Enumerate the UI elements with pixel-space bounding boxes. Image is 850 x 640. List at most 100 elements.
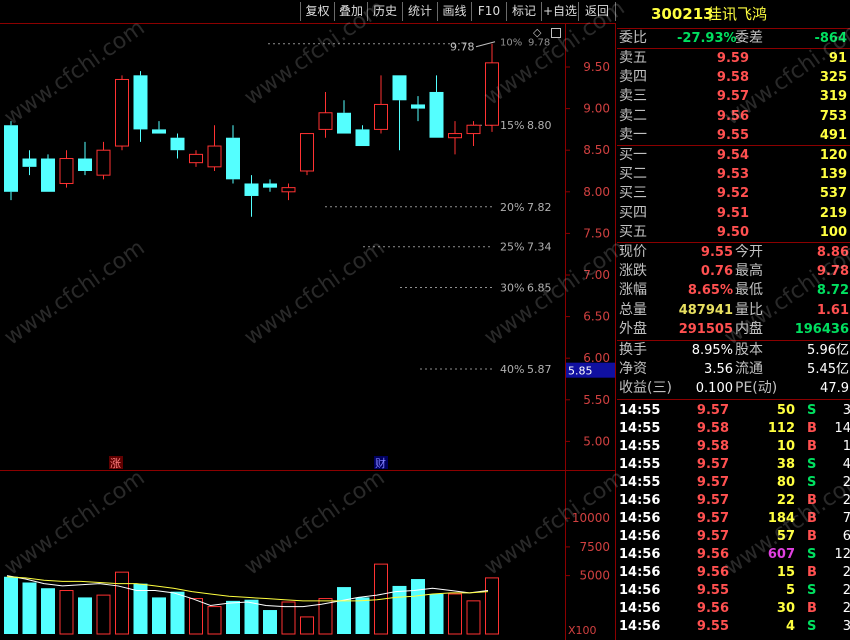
tick-side: B	[807, 421, 817, 436]
candle-body	[485, 62, 499, 126]
restore-window-icon[interactable]	[551, 28, 561, 38]
high-price-label: 9.78	[450, 41, 475, 54]
retracement-value: 7.34	[527, 241, 552, 254]
retracement-pct: 10%	[500, 38, 522, 49]
tick-time: 14:55	[619, 475, 661, 490]
retracement-value: 5.87	[527, 363, 552, 376]
retracement-value: 6.85	[527, 281, 552, 294]
fundamental-label: PE(动)	[735, 380, 778, 397]
fundamental-label: 换手	[619, 342, 647, 358]
price-axis-label: 5.00	[583, 434, 610, 448]
candle-body	[226, 137, 240, 180]
tick-price: 9.57	[696, 457, 729, 472]
price-axis-label: 7.50	[583, 226, 610, 240]
volume-bar	[59, 590, 74, 635]
volume-unit-label: X100	[568, 624, 597, 637]
tick-volume: 57	[776, 529, 795, 544]
diamond-icon[interactable]: ◇	[533, 26, 541, 39]
volume-bar	[226, 600, 240, 634]
quote-label: 涨幅	[619, 282, 647, 299]
candle	[189, 150, 203, 167]
retracement-pct: 40%	[500, 363, 524, 376]
volume-bar	[170, 591, 185, 634]
chart-frame	[0, 0, 616, 640]
candle	[337, 100, 351, 134]
candle	[466, 121, 481, 147]
toolbar-button-back[interactable]: 返回	[578, 2, 616, 21]
toolbar-button-add-watchlist[interactable]: +自选	[541, 2, 578, 21]
quote-label: 现价	[619, 244, 647, 260]
price-axis-label: 9.50	[583, 60, 610, 74]
volume-bar	[133, 583, 148, 634]
volume-bar	[4, 576, 18, 634]
toolbar-button-huaxian[interactable]: 画线	[437, 2, 471, 21]
tick-row: 14:55 9.57 80 S 2	[617, 473, 850, 492]
candle-body	[78, 158, 92, 171]
volume-bar	[152, 597, 166, 634]
buy-row: 买二 9.53 139	[617, 165, 850, 184]
candle-body	[133, 75, 148, 130]
fundamental-value: 8.95%	[691, 343, 733, 358]
toolbar-button-f10[interactable]: F10	[471, 2, 506, 21]
candle-body	[281, 187, 296, 193]
sell-price: 9.56	[716, 108, 749, 124]
tick-side: B	[807, 529, 817, 544]
retracement-pct: 30%	[500, 281, 524, 294]
candle-body	[59, 158, 74, 184]
buy-label: 买二	[619, 166, 647, 183]
tick-row: 14:56 9.57 22 B 2	[617, 491, 850, 510]
candle	[300, 133, 314, 176]
tick-count: 7	[842, 511, 850, 526]
candle	[41, 154, 55, 192]
tick-side: B	[807, 493, 817, 508]
weicha-label: 委差	[735, 30, 763, 46]
price-axis-label: 6.50	[583, 310, 610, 324]
toolbar-button-fuquan[interactable]: 复权	[300, 2, 334, 21]
toolbar-button-diejia[interactable]: 叠加	[334, 2, 367, 21]
candle-body	[392, 75, 407, 101]
fundamental-label: 流通	[735, 361, 763, 378]
volume-bar	[207, 606, 222, 635]
sell-row: 卖二 9.56 753	[617, 107, 850, 126]
candle	[392, 75, 407, 151]
candle	[374, 75, 388, 134]
quote-value: 291505	[678, 321, 733, 337]
buy-price: 9.51	[716, 205, 749, 221]
tick-volume: 10	[776, 439, 795, 454]
tick-side: S	[807, 475, 817, 490]
fundamental-row: 收益(三) 0.100 PE(动) 47.9	[617, 379, 850, 398]
candle	[207, 125, 222, 171]
retracement-value: 7.82	[527, 201, 552, 214]
buy-label: 买四	[619, 204, 647, 221]
quote-row: 外盘 291505 内盘 196436	[617, 320, 850, 339]
candle-body	[96, 149, 111, 176]
quote-label: 量比	[735, 301, 763, 318]
tick-row: 14:55 9.58 10 B 1	[617, 437, 850, 456]
buy-volume: 537	[819, 186, 847, 202]
volume-bar	[115, 571, 129, 635]
volume-bar	[300, 616, 314, 635]
toolbar-button-lishi[interactable]: 历史	[367, 2, 402, 21]
tick-time: 14:55	[619, 457, 661, 472]
price-axis-label: 7.00	[583, 268, 610, 282]
quote-value: 8.86	[816, 245, 849, 260]
volume-axis-label: 5000	[579, 569, 610, 583]
toolbar-button-tongji[interactable]: 统计	[402, 2, 437, 21]
quote-value: 8.72	[816, 283, 849, 299]
sell-volume: 753	[819, 108, 847, 124]
buy-row: 买四 9.51 219	[617, 204, 850, 223]
tick-price: 9.56	[696, 565, 729, 580]
toolbar-button-biaoji[interactable]: 标记	[506, 2, 541, 21]
tick-time: 14:56	[619, 565, 661, 580]
sell-volume: 91	[828, 51, 847, 66]
candle-body	[115, 78, 129, 147]
volume-bar	[78, 597, 92, 634]
tick-price: 9.56	[696, 601, 729, 616]
price-axis-label: 5.50	[583, 393, 610, 407]
sell-price: 9.57	[716, 89, 749, 105]
candle-body	[263, 183, 277, 188]
weicha-value: -864	[814, 31, 847, 46]
tick-count: 2	[842, 601, 850, 616]
tick-count: 4	[842, 457, 850, 472]
retracement-pct: 25%	[500, 241, 524, 254]
